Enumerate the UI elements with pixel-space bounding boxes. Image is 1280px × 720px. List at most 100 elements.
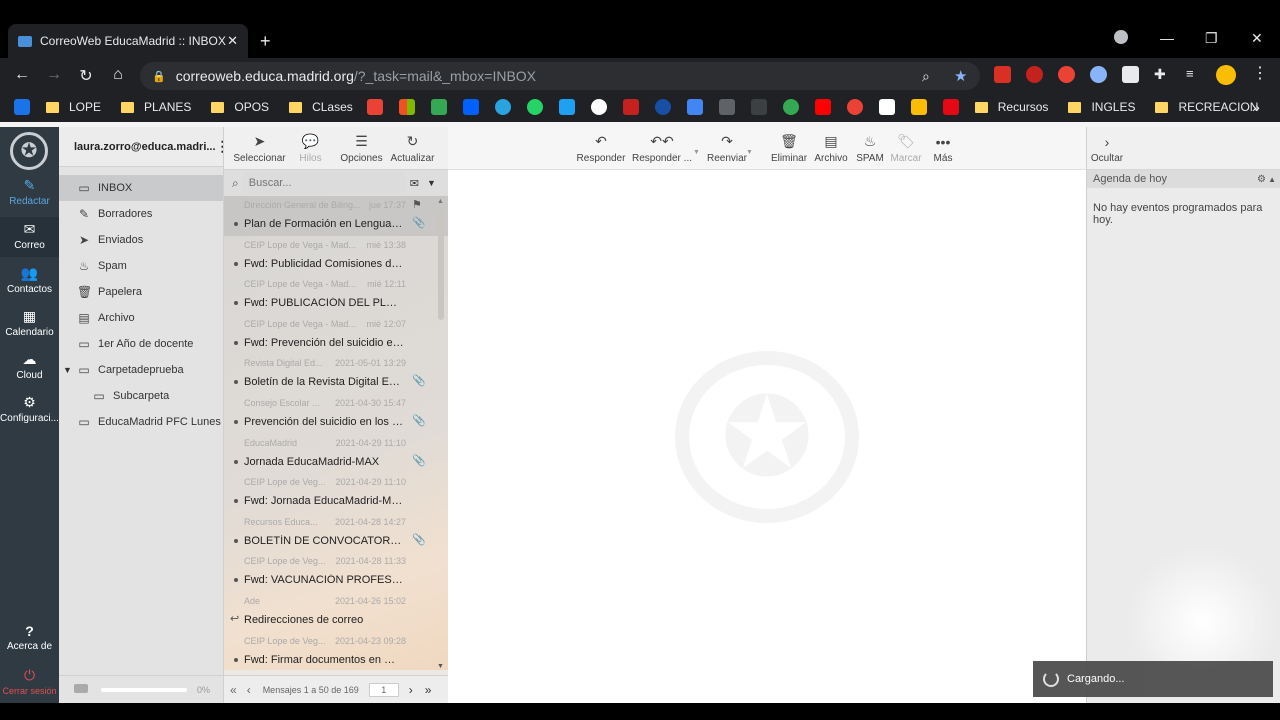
list-item[interactable]: CEIP Lope de Veg... 2021-04-23 09:28 Fwd: … — [224, 632, 448, 670]
list-item[interactable]: Ade 2021-04-26 15:02 ↩ Redirecciones de cor… — [224, 592, 448, 632]
last-page-icon[interactable]: » — [425, 683, 432, 697]
translate-bookmark-icon[interactable] — [686, 99, 703, 115]
browser-menu-icon[interactable]: ⋮ — [1252, 63, 1269, 82]
netflix-bookmark-icon[interactable] — [942, 99, 959, 115]
folder-subcarpeta[interactable]: ▭ Subcarpeta — [59, 383, 223, 409]
restore-icon[interactable]: ❐ — [1205, 30, 1218, 47]
hide-agenda-button[interactable]: › Ocultar — [1087, 127, 1127, 170]
threads-button[interactable]: 💬 Hilos — [286, 127, 336, 169]
folder-pfc-lunes[interactable]: ▭ EducaMadrid PFC Lunes — [59, 409, 223, 435]
refresh-button[interactable]: ↻ Actualizar — [388, 127, 438, 169]
folder-spam[interactable]: ♨ Spam — [59, 253, 223, 279]
bookmark-folder-opos[interactable]: OPOS — [211, 100, 269, 114]
whatsapp-bookmark-icon[interactable] — [526, 99, 543, 115]
collapse-agenda-icon[interactable]: ▲ — [1268, 175, 1276, 184]
reload-icon[interactable]: ↻ — [76, 66, 96, 86]
maps-bookmark-icon[interactable] — [782, 99, 799, 115]
hand-extension-icon[interactable] — [1058, 66, 1075, 83]
close-tab-icon[interactable]: ✕ — [227, 33, 238, 49]
agenda-settings-icon[interactable]: ⚙ — [1257, 174, 1266, 185]
dictionary-bookmark-icon[interactable] — [718, 99, 735, 115]
dropbox-bookmark-icon[interactable] — [462, 99, 479, 115]
mail-button[interactable]: ✉ Correo — [0, 217, 59, 257]
tab-search-icon[interactable] — [1114, 30, 1128, 44]
more-bookmarks-icon[interactable]: » — [1252, 99, 1260, 115]
bookmark-star-icon[interactable]: ★ — [954, 67, 967, 85]
search-options-chevron-icon[interactable]: ▼ — [427, 178, 436, 188]
page-number-input[interactable]: 1 — [368, 682, 399, 697]
zoom-icon[interactable]: ⌕ — [922, 68, 930, 85]
list-item[interactable]: CEIP Lope de Vega - Mad... mié 12:07 Fwd: … — [224, 315, 448, 355]
reply-button[interactable]: ↶ Responder — [576, 127, 626, 170]
new-tab-button[interactable]: + — [260, 31, 271, 52]
folder-drafts[interactable]: ✎ Borradores — [59, 201, 223, 227]
calendar-button[interactable]: ▦ Calendario — [0, 308, 59, 338]
contacts-button[interactable]: 👥 Contactos — [0, 265, 59, 295]
wordreference-bookmark-icon[interactable] — [750, 99, 767, 115]
reply-all-dropdown-icon[interactable]: ▼ — [693, 149, 700, 156]
profile-avatar-icon[interactable] — [1216, 65, 1236, 85]
reply-all-button[interactable]: ↶↶ Responder ... — [631, 127, 693, 170]
first-page-icon[interactable]: « — [230, 683, 237, 697]
account-header[interactable]: laura.zorro@educa.madri... ⋮ — [59, 127, 230, 167]
cookie-bookmark-icon[interactable] — [846, 99, 863, 115]
scroll-up-icon[interactable]: ▲ — [437, 198, 444, 205]
logout-button[interactable]: ⏻ Cerrar sesión — [0, 667, 59, 696]
cloud-button[interactable]: ☁ Cloud — [0, 351, 59, 381]
university-bookmark-icon[interactable] — [622, 99, 639, 115]
forward-dropdown-icon[interactable]: ▼ — [746, 149, 753, 156]
puzzle-extensions-icon[interactable]: ✚ — [1154, 66, 1171, 83]
folder-first-year[interactable]: ▭ 1er Año de docente — [59, 331, 223, 357]
ae-bookmark-icon[interactable] — [878, 99, 895, 115]
list-item[interactable]: CEIP Lope de Veg... 2021-04-28 11:33 Fwd: … — [224, 552, 448, 592]
bookmark-folder-recreacion[interactable]: RECREACION — [1155, 100, 1258, 114]
close-window-icon[interactable]: ✕ — [1251, 30, 1263, 47]
search-input[interactable] — [242, 172, 405, 194]
folder-inbox[interactable]: ▭ INBOX — [59, 175, 223, 201]
compose-button[interactable]: ✎ Redactar — [0, 177, 59, 207]
list-scrollbar[interactable]: ▲ ▼ — [436, 196, 446, 670]
browser-tab[interactable]: CorreoWeb EducaMadrid :: INBOX ✕ — [8, 24, 248, 58]
list-item[interactable]: CEIP Lope de Veg... 2021-04-29 11:10 Fwd: … — [224, 473, 448, 513]
bookmark-folder-lope[interactable]: LOPE — [38, 100, 101, 114]
eyes-extension-icon[interactable] — [1090, 66, 1107, 83]
adblock-extension-icon[interactable] — [1026, 66, 1043, 83]
settings-button[interactable]: ⚙ Configuraci... — [0, 394, 59, 424]
list-item[interactable]: Revista Digital Ed... 2021-05-01 13:29 Bol… — [224, 354, 448, 394]
forward-button[interactable]: ↷ Reenviar — [702, 127, 752, 170]
more-button[interactable]: ••• Más — [918, 127, 968, 170]
scroll-thumb[interactable] — [438, 210, 444, 320]
minimize-icon[interactable]: — — [1160, 30, 1174, 46]
card-bookmark-icon[interactable] — [910, 99, 927, 115]
educamadrid-logo-icon[interactable]: ✪ — [10, 132, 48, 170]
gmail-extension-icon[interactable] — [994, 66, 1011, 83]
flag-icon[interactable]: ⚑ — [412, 198, 422, 211]
bookmark-folder-recursos[interactable]: Recursos — [974, 100, 1048, 114]
chevron-down-icon[interactable]: ▼ — [63, 365, 72, 375]
folder-sent[interactable]: ➤ Enviados — [59, 227, 223, 253]
telegram-bookmark-icon[interactable] — [494, 99, 511, 115]
folder-archive[interactable]: ▤ Archivo — [59, 305, 223, 331]
folder-carpetadeprueba[interactable]: ▼ ▭ Carpetadeprueba — [59, 357, 223, 383]
select-button[interactable]: ➤ Seleccionar — [233, 127, 285, 169]
office-bookmark-icon[interactable] — [398, 99, 415, 115]
list-item[interactable]: CEIP Lope de Vega - Mad... mié 13:38 Fwd: … — [224, 236, 448, 276]
bookmark-folder-planes[interactable]: PLANES — [121, 100, 191, 114]
list-item[interactable]: EducaMadrid 2021-04-29 11:10 Jornada Educa… — [224, 434, 448, 474]
prev-page-icon[interactable]: ‹ — [247, 683, 251, 697]
list-item[interactable]: Consejo Escolar ... 2021-04-30 15:47 Preve… — [224, 394, 448, 434]
about-button[interactable]: ? Acerca de — [0, 623, 59, 652]
folder-trash[interactable]: 🗑 Papelera — [59, 279, 223, 305]
next-page-icon[interactable]: › — [409, 683, 413, 697]
twitter-bookmark-icon[interactable] — [558, 99, 575, 115]
list-item[interactable]: Dirección General de Biling... jue 17:37 … — [224, 196, 448, 236]
scroll-down-icon[interactable]: ▼ — [437, 663, 444, 670]
bookmark-folder-ingles[interactable]: INGLES — [1068, 100, 1135, 114]
google-bookmark-icon[interactable] — [590, 99, 607, 115]
address-bar[interactable]: 🔒 correoweb.educa.madrid.org /?_task=mai… — [140, 62, 980, 90]
drive-bookmark-icon[interactable] — [430, 99, 447, 115]
mendeley-extension-icon[interactable] — [1122, 66, 1139, 83]
media-control-icon[interactable]: ≡ — [1186, 66, 1203, 83]
back-icon[interactable]: ← — [12, 66, 32, 84]
nav-bookmark-icon[interactable] — [654, 99, 671, 115]
